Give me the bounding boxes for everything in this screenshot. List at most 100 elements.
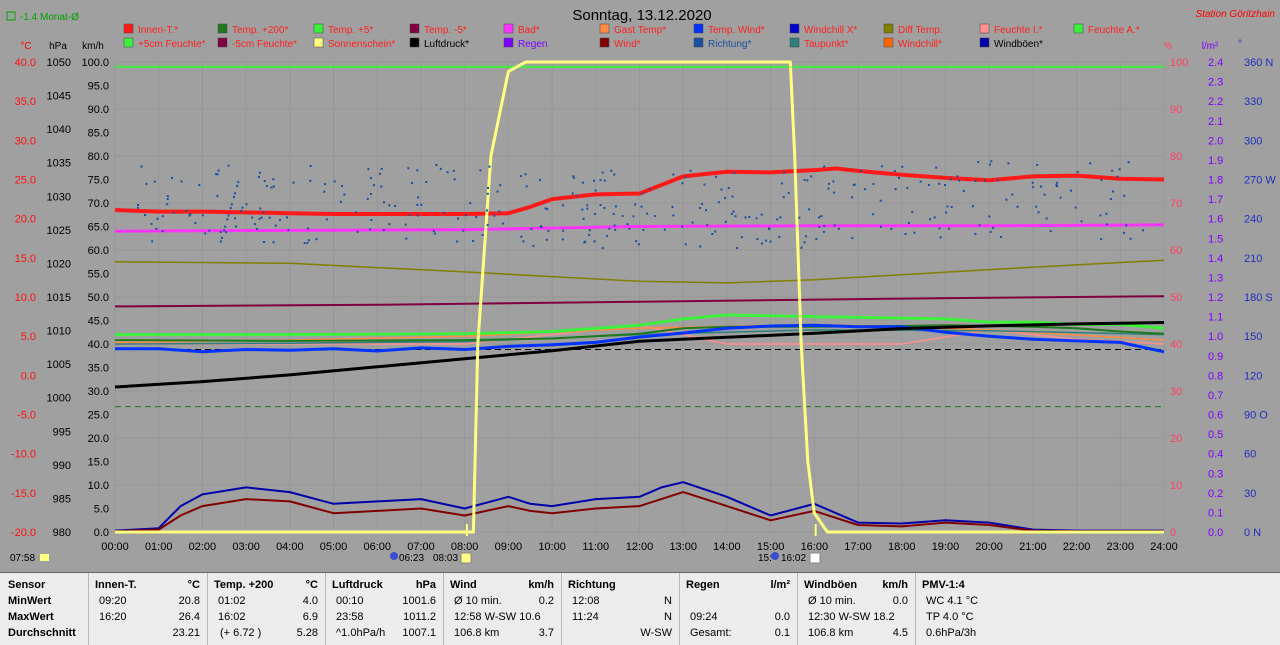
stats-section: Regen l/m² 09:24 0.0 Gesamt: 0.1 <box>679 573 798 645</box>
direction-point <box>663 228 666 231</box>
direction-point <box>571 192 574 195</box>
avg-label: -1.4 Monat-Ø <box>20 12 79 23</box>
direction-point <box>778 235 781 238</box>
stats-cell-label: 09:24 <box>690 611 718 623</box>
direction-point <box>166 203 169 206</box>
pressure-unit: hPa <box>49 41 67 52</box>
direction-tick-label: 150 <box>1244 331 1262 343</box>
direction-point <box>208 229 211 232</box>
stats-cell-label: (+ 6.72 ) <box>220 627 262 639</box>
time-tick-label: 08:00 <box>451 541 479 553</box>
direction-point <box>1040 185 1043 188</box>
direction-point <box>356 230 359 233</box>
direction-point <box>408 214 411 216</box>
stats-cell-value: 0.0 <box>774 611 790 623</box>
direction-point <box>1055 184 1058 187</box>
direction-point <box>851 196 854 199</box>
direction-point <box>1045 217 1048 220</box>
direction-point <box>355 211 357 214</box>
direction-point <box>946 205 949 208</box>
direction-point <box>486 224 489 226</box>
legend-swatch <box>1073 23 1084 34</box>
direction-point <box>230 203 233 206</box>
direction-point <box>1037 211 1040 214</box>
temp-tick-label: 20.0 <box>15 214 36 226</box>
direction-point <box>599 179 602 182</box>
direction-point <box>561 238 564 241</box>
stats-cell-label: 106.8 km <box>808 627 854 639</box>
direction-point <box>292 181 295 184</box>
legend-label: Bad* <box>518 25 540 36</box>
stats-section-unit: hPa <box>415 579 436 591</box>
direction-point <box>1142 229 1144 232</box>
direction-point <box>575 194 578 197</box>
direction-point <box>407 167 410 170</box>
direction-point <box>927 184 930 186</box>
direction-point <box>672 173 675 176</box>
direction-point <box>240 209 243 212</box>
direction-point <box>815 238 818 240</box>
rain-tick-label: 2.0 <box>1208 135 1223 147</box>
direction-point <box>1123 231 1125 234</box>
direction-point <box>684 176 687 179</box>
direction-point <box>540 226 543 229</box>
direction-point <box>1105 212 1108 215</box>
direction-point <box>744 216 747 219</box>
direction-point <box>734 215 737 218</box>
direction-point <box>1031 181 1034 184</box>
pressure-tick-label: 1035 <box>47 158 71 170</box>
direction-point <box>498 210 501 213</box>
direction-point <box>303 242 306 245</box>
time-tick-label: 18:00 <box>888 541 916 553</box>
direction-point <box>898 177 900 179</box>
direction-point <box>496 190 499 193</box>
direction-point <box>933 216 936 219</box>
rain-tick-label: 0.1 <box>1208 507 1223 519</box>
direction-point <box>701 203 704 205</box>
rain-tick-label: 1.0 <box>1208 331 1223 343</box>
stats-cell-label: 23:58 <box>336 611 364 623</box>
time-tick-label: 01:00 <box>145 541 173 553</box>
legend-label: Windchill X* <box>804 25 857 36</box>
direction-point <box>260 216 263 219</box>
direction-point <box>258 171 261 174</box>
stats-row-label: Sensor <box>8 579 46 591</box>
direction-point <box>731 195 734 198</box>
direction-point <box>465 214 467 217</box>
direction-point <box>520 235 523 238</box>
direction-point <box>144 214 146 216</box>
legend-swatch <box>503 23 514 34</box>
direction-point <box>614 205 617 208</box>
direction-point <box>453 178 456 181</box>
legend-swatch <box>409 23 420 34</box>
chart-title: Sonntag, 13.12.2020 <box>572 7 711 24</box>
rain-tick-label: 2.3 <box>1208 77 1223 89</box>
direction-point <box>779 216 782 219</box>
rain-tick-label: 0.9 <box>1208 351 1223 363</box>
direction-point <box>640 205 643 208</box>
wind-tick-label: 15.0 <box>88 457 109 469</box>
direction-point <box>262 211 265 214</box>
rain-tick-label: 0.6 <box>1208 410 1223 422</box>
sunrise-icon <box>390 552 398 560</box>
legend-label: Richtung* <box>708 39 751 50</box>
direction-point <box>546 208 549 211</box>
stats-cell-label: 00:10 <box>336 595 364 607</box>
time-tick-label: 00:00 <box>101 541 129 553</box>
direction-point <box>681 225 684 228</box>
direction-point <box>971 205 974 208</box>
direction-point <box>145 182 148 185</box>
stats-cell-value: 23.21 <box>172 627 200 639</box>
legend-swatch <box>789 23 800 34</box>
direction-point <box>634 203 637 206</box>
stats-cell-label: Ø 10 min. <box>454 595 502 607</box>
sun-icon-left <box>40 554 49 561</box>
wind-unit: km/h <box>82 41 104 52</box>
direction-point <box>880 225 882 228</box>
direction-point <box>894 188 897 191</box>
temp-tick-label: 40.0 <box>15 57 36 69</box>
direction-point <box>715 175 717 178</box>
wind-tick-label: 55.0 <box>88 269 109 281</box>
direction-point <box>161 230 164 233</box>
direction-point <box>863 188 866 191</box>
